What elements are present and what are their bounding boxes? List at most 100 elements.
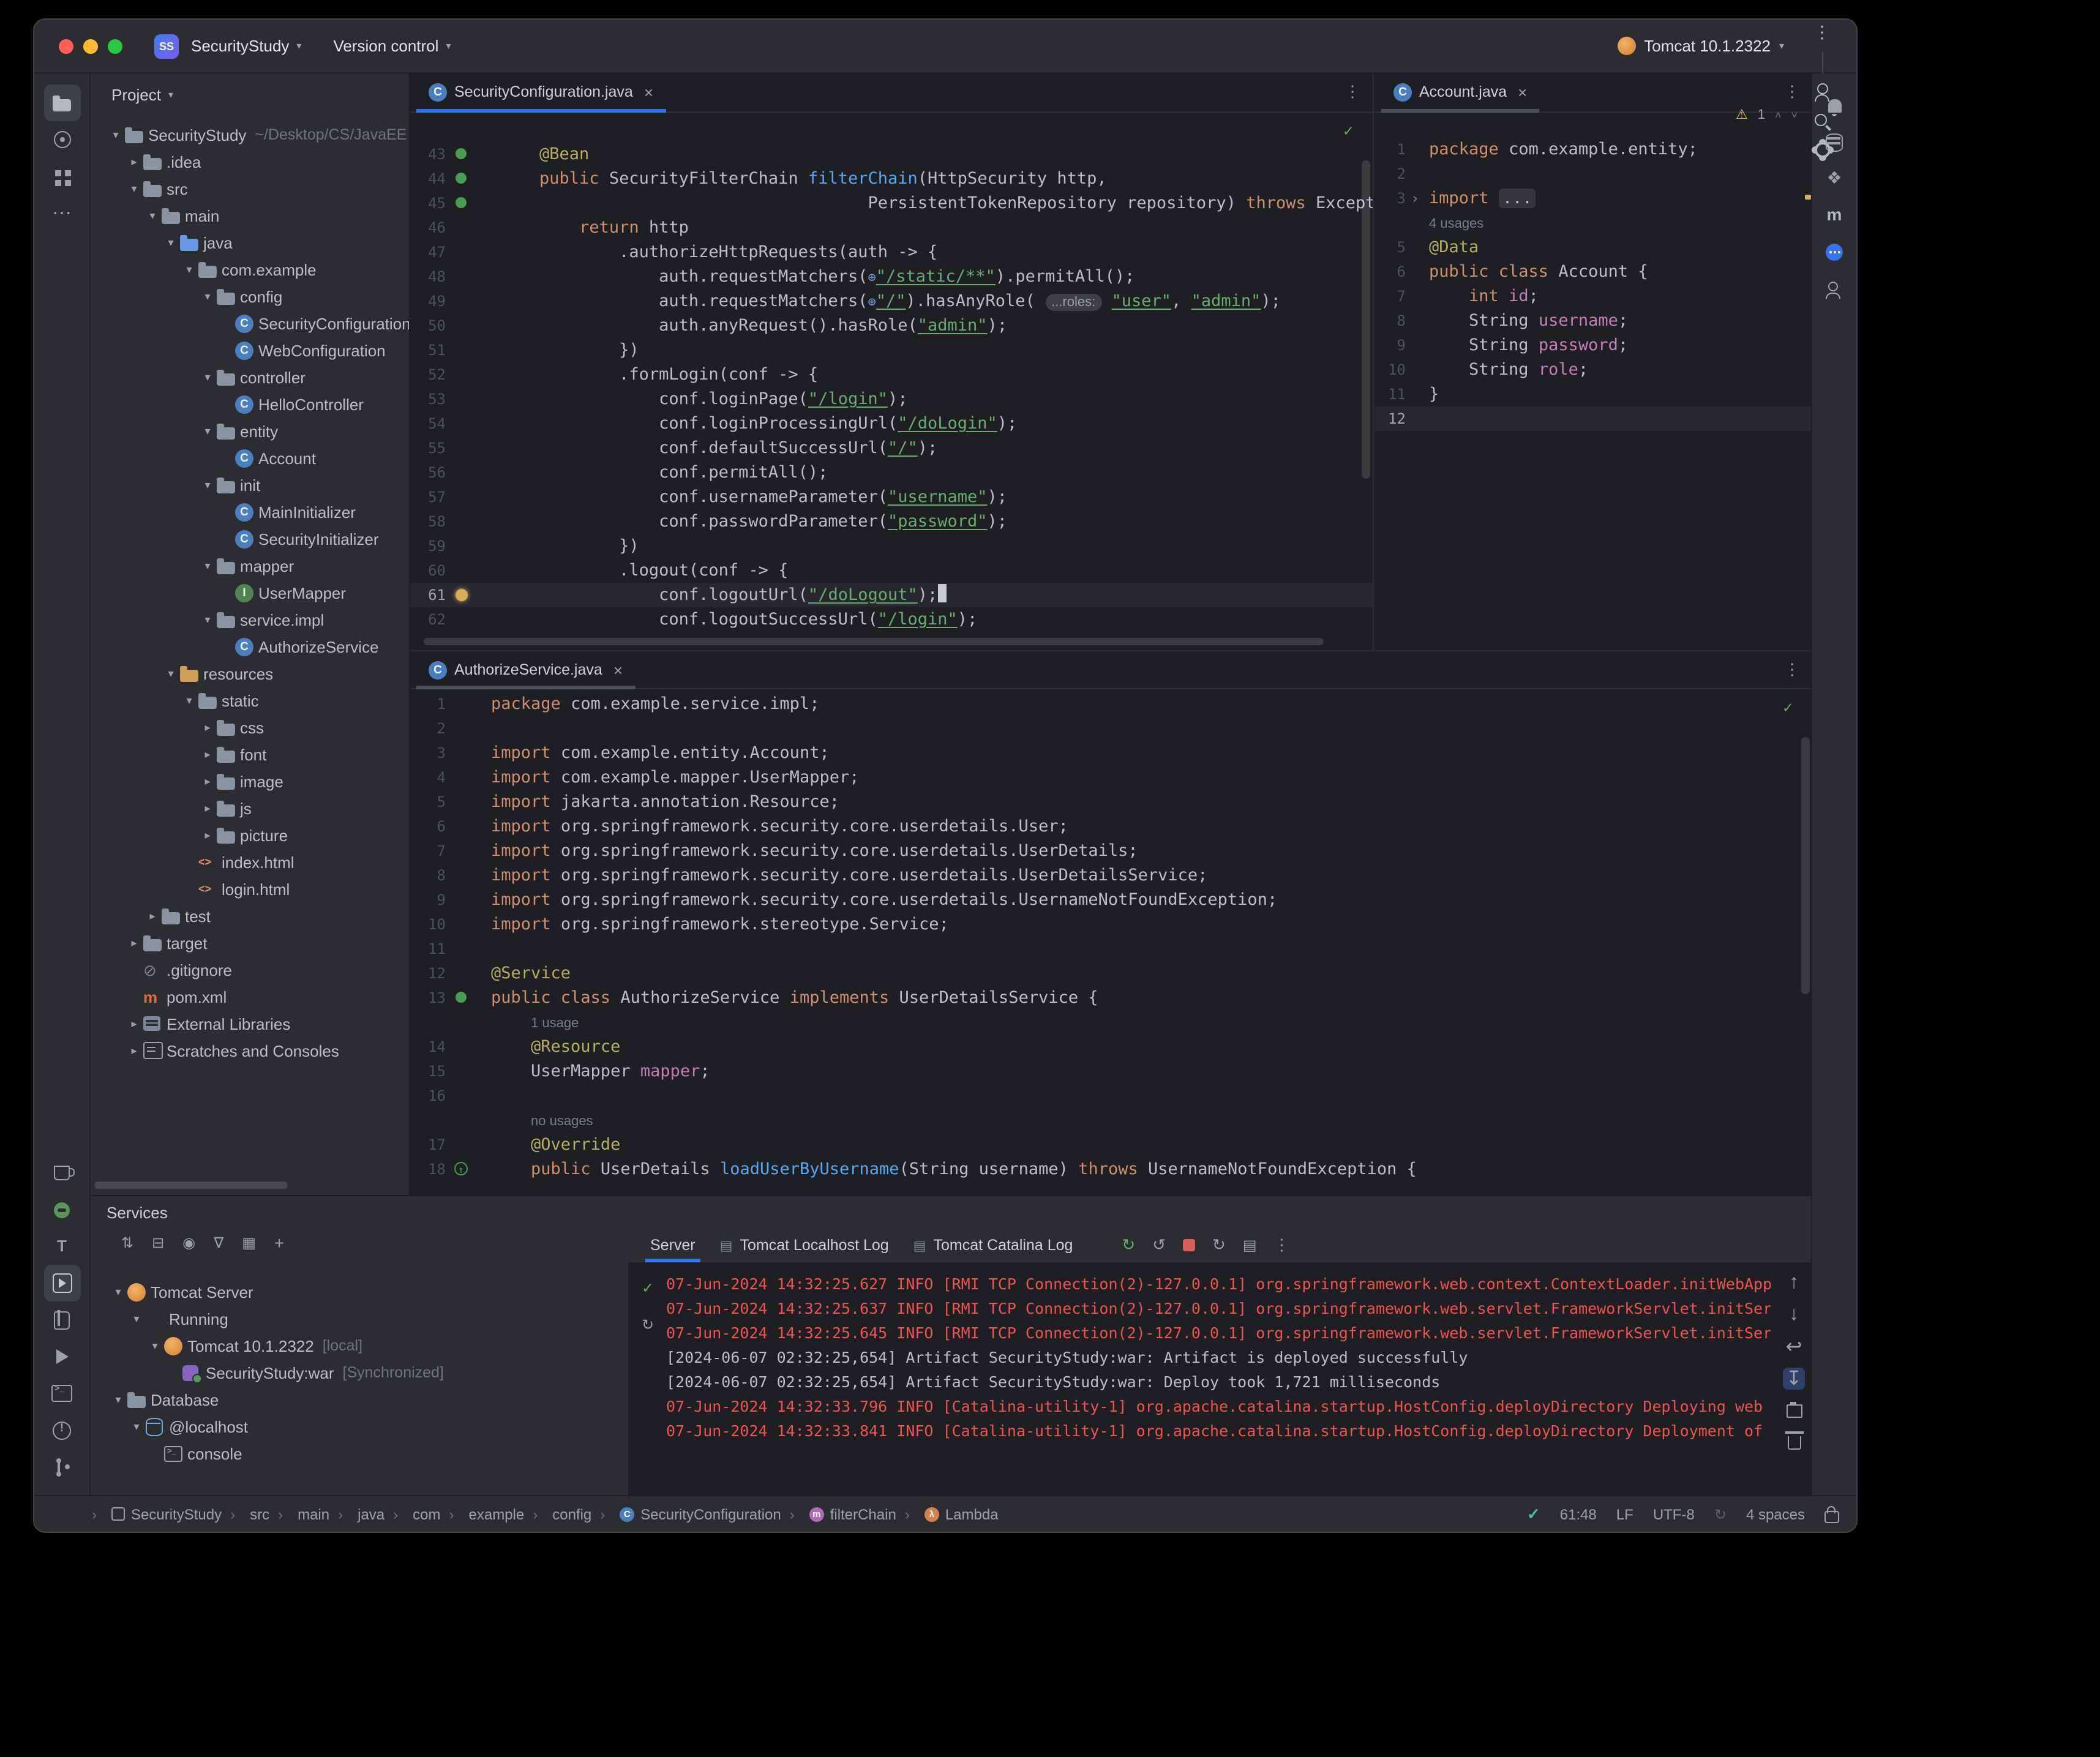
code-line[interactable]: 10 String role; — [1374, 358, 1812, 382]
tab-options-icon[interactable]: ⋮ — [1344, 82, 1360, 102]
code-line[interactable]: 47 .authorizeHttpRequests(auth -> { — [409, 240, 1373, 264]
close-tab-icon[interactable]: × — [644, 83, 653, 101]
warning-stripe-mark[interactable] — [1805, 195, 1811, 200]
maven-tool-icon[interactable] — [1816, 197, 1853, 234]
service-tree-row[interactable]: Database — [89, 1386, 628, 1413]
close-tab-icon[interactable]: × — [613, 661, 623, 679]
code-line[interactable]: 1 usage — [409, 1010, 1812, 1035]
code-line[interactable]: 11 — [409, 937, 1812, 961]
ai-chat-tool-icon[interactable] — [1816, 234, 1853, 271]
services-tool-icon[interactable] — [43, 1265, 80, 1302]
tree-row[interactable]: font — [89, 741, 409, 768]
project-panel-header[interactable]: Project ▾ — [89, 72, 409, 116]
tree-row[interactable]: SecurityConfiguration — [89, 310, 409, 337]
breadcrumb-item[interactable]: filterChain — [781, 1505, 896, 1523]
restart-server-icon[interactable] — [1152, 1234, 1166, 1256]
filter-icon[interactable] — [214, 1235, 223, 1250]
scroll-up-icon[interactable] — [1783, 1272, 1805, 1294]
tree-row[interactable]: config — [89, 283, 409, 310]
tab-options-icon[interactable]: ⋮ — [1784, 660, 1800, 680]
tab-security-configuration[interactable]: SecurityConfiguration.java × — [416, 72, 666, 113]
zoom-window-button[interactable] — [108, 39, 122, 53]
breadcrumb-item[interactable]: example — [441, 1505, 525, 1523]
services-panel-header[interactable]: Services — [89, 1196, 1812, 1228]
code-line[interactable]: 3 import ... — [1374, 186, 1812, 211]
endpoints-tool-icon[interactable] — [43, 1155, 80, 1191]
stop-server-icon[interactable] — [1183, 1239, 1196, 1251]
tree-row[interactable]: External Libraries — [89, 1010, 409, 1037]
tree-chevron-icon[interactable] — [198, 828, 217, 842]
code-line[interactable]: 2 — [409, 716, 1812, 741]
code-line[interactable]: 2 — [1374, 162, 1812, 186]
code-line[interactable]: 7 int id; — [1374, 284, 1812, 309]
tree-row[interactable]: AuthorizeService — [89, 633, 409, 660]
editor1-vscrollbar[interactable] — [1362, 160, 1370, 479]
tree-chevron-icon[interactable] — [198, 747, 217, 761]
scroll-down-icon[interactable] — [1783, 1304, 1805, 1326]
code-line[interactable]: 12 — [1374, 406, 1812, 431]
service-tree-row[interactable]: Tomcat Server — [89, 1278, 628, 1305]
tree-chevron-icon[interactable] — [127, 1312, 146, 1325]
group-by-icon[interactable] — [242, 1235, 256, 1250]
services-tab[interactable]: Tomcat Localhost Log — [708, 1228, 901, 1262]
tree-row[interactable]: src — [89, 175, 409, 202]
code-line[interactable]: 14 @Resource — [409, 1035, 1812, 1059]
editor3-vscrollbar[interactable] — [1801, 737, 1810, 994]
project-menu-button[interactable]: SecurityStudy ▾ — [191, 37, 301, 55]
vcs-menu-button[interactable]: Version control ▾ — [333, 37, 451, 55]
structure-tool-icon[interactable] — [43, 158, 80, 195]
service-tree-row[interactable]: @localhost — [89, 1413, 628, 1440]
project-hscrollbar[interactable] — [94, 1182, 288, 1189]
tree-row[interactable]: image — [89, 768, 409, 795]
rerun-server-icon[interactable] — [1122, 1234, 1135, 1256]
tree-row[interactable]: MainInitializer — [89, 498, 409, 525]
code-line[interactable]: 12 @Service — [409, 961, 1812, 986]
tree-chevron-icon[interactable] — [125, 155, 143, 168]
spring-tool-icon[interactable] — [43, 1191, 80, 1228]
search-everywhere-icon[interactable] — [1807, 106, 1837, 135]
tree-row[interactable]: SecurityInitializer — [89, 525, 409, 552]
code-line[interactable]: 17 @Override — [409, 1133, 1812, 1157]
tree-chevron-icon[interactable] — [109, 1285, 127, 1298]
rerun-small-icon[interactable] — [642, 1314, 654, 1336]
tree-row[interactable]: static — [89, 687, 409, 714]
code-line[interactable]: 48 auth.requestMatchers(⊕"/static/**").p… — [409, 264, 1373, 289]
breadcrumb-item[interactable]: config — [524, 1505, 591, 1523]
tree-chevron-icon[interactable] — [180, 694, 198, 707]
close-tab-icon[interactable]: × — [1518, 83, 1527, 101]
tree-chevron-icon[interactable] — [198, 613, 217, 626]
swap-panel-icon[interactable] — [121, 1235, 133, 1250]
readonly-lock-icon[interactable] — [1824, 1505, 1839, 1523]
code-line[interactable]: 3 import com.example.entity.Account; — [409, 741, 1812, 765]
code-line[interactable]: 61 conf.logoutUrl("/doLogout"); — [409, 583, 1373, 607]
tree-row[interactable]: HelloController — [89, 391, 409, 418]
tree-chevron-icon[interactable] — [109, 1393, 127, 1406]
code-line[interactable]: 16 — [409, 1084, 1812, 1108]
code-line[interactable]: 18 public UserDetails loadUserByUsername… — [409, 1157, 1812, 1182]
breadcrumb-item[interactable]: main — [269, 1505, 329, 1523]
tree-chevron-icon[interactable] — [146, 1339, 164, 1352]
tree-row[interactable]: picture — [89, 822, 409, 849]
toolbar-divider[interactable] — [1807, 47, 1837, 77]
code-line[interactable]: 46 return http — [409, 215, 1373, 240]
tree-row[interactable]: mapper — [89, 552, 409, 579]
breadcrumb-item[interactable]: java — [329, 1505, 384, 1523]
service-tree-row[interactable]: console — [89, 1440, 628, 1467]
bookmarks-tool-icon[interactable] — [43, 1302, 80, 1338]
services-tab[interactable]: Server — [638, 1228, 708, 1262]
console-output[interactable]: 07-Jun-2024 14:32:25.627 INFO [RMI TCP C… — [666, 1262, 1771, 1496]
code-line[interactable]: 55 conf.defaultSuccessUrl("/"); — [409, 436, 1373, 460]
breadcrumb-item[interactable]: com — [384, 1505, 440, 1523]
code-line[interactable]: 15 UserMapper mapper; — [409, 1059, 1812, 1084]
tree-chevron-icon[interactable] — [198, 774, 217, 788]
code-line[interactable]: 44 public SecurityFilterChain filterChai… — [409, 167, 1373, 191]
code-line[interactable]: 56 conf.permitAll(); — [409, 460, 1373, 485]
code-line[interactable]: 62 conf.logoutSuccessUrl("/login"); — [409, 607, 1373, 632]
line-ending-widget[interactable]: LF — [1616, 1505, 1633, 1523]
minimize-window-button[interactable] — [83, 39, 98, 53]
plugins-tool-icon[interactable] — [1816, 160, 1853, 197]
tree-chevron-icon[interactable] — [125, 1044, 143, 1057]
inspection-ok-icon[interactable]: ✓ — [1783, 699, 1793, 717]
code-line[interactable]: 9 import org.springframework.security.co… — [409, 888, 1812, 912]
edit-configuration-icon[interactable] — [1243, 1234, 1257, 1256]
